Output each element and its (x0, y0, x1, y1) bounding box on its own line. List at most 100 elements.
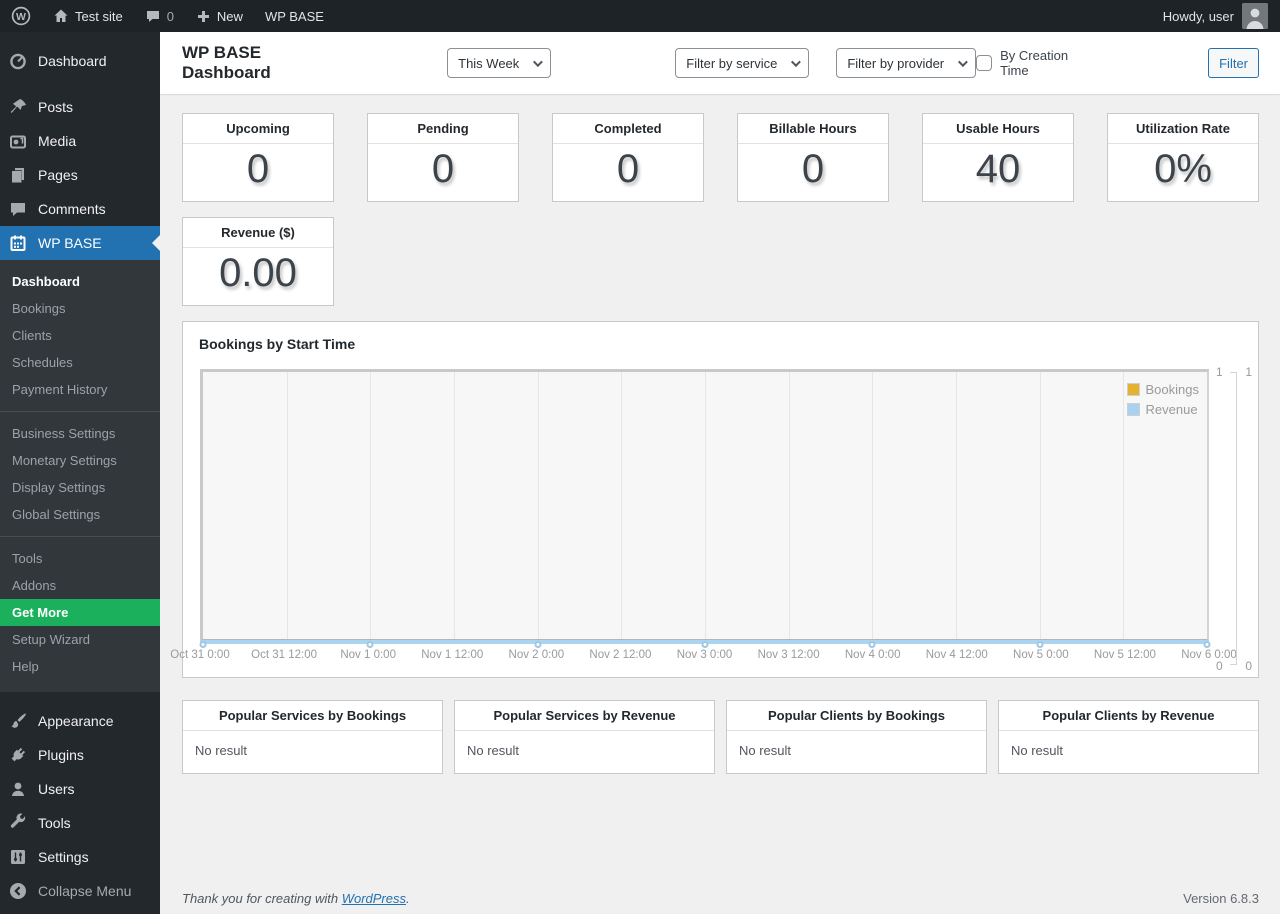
stat-label: Utilization Rate (1108, 114, 1258, 144)
right-y-axes: 1 1 0 0 (1209, 365, 1258, 673)
submenu-item-bookings[interactable]: Bookings (0, 295, 160, 322)
stat-card-billable-hours: Billable Hours 0 (737, 113, 889, 202)
collapse-menu-button[interactable]: Collapse Menu (0, 874, 160, 908)
wordpress-link[interactable]: WordPress (342, 891, 406, 906)
period-select[interactable]: This Week (447, 48, 552, 78)
submenu-item-global-settings[interactable]: Global Settings (0, 501, 160, 528)
submenu-item-dashboard[interactable]: Dashboard (0, 268, 160, 295)
sidebar-item-appearance[interactable]: Appearance (0, 704, 160, 738)
submenu-item-tools[interactable]: Tools (0, 545, 160, 572)
filter-button[interactable]: Filter (1208, 48, 1259, 78)
service-filter-select[interactable]: Filter by service (675, 48, 810, 78)
wp-base-bar-menu[interactable]: WP BASE (254, 0, 335, 32)
site-name-menu[interactable]: Test site (42, 0, 134, 32)
submenu-item-setup-wizard[interactable]: Setup Wizard (0, 626, 160, 653)
pages-icon (8, 165, 28, 185)
gridline (454, 372, 455, 639)
data-point-marker (701, 641, 709, 648)
howdy-text[interactable]: Howdy, user (1163, 9, 1234, 24)
submenu-item-schedules[interactable]: Schedules (0, 349, 160, 376)
popular-services-by-revenue-panel: Popular Services by Revenue No result (454, 700, 715, 774)
wordpress-logo-menu[interactable]: W (0, 0, 42, 32)
y-axis-tick (1230, 664, 1236, 665)
x-tick-label: Nov 1 0:00 (340, 649, 396, 661)
chevron-down-icon (958, 56, 969, 67)
plug-icon (8, 745, 28, 765)
sidebar-item-tools[interactable]: Tools (0, 806, 160, 840)
sidebar-item-label: Plugins (38, 747, 84, 763)
data-point-marker (199, 641, 207, 648)
svg-text:W: W (16, 11, 26, 23)
plus-icon (196, 9, 211, 24)
legend-label: Revenue (1145, 402, 1198, 417)
stat-value: 0 (246, 147, 270, 191)
submenu-item-payment-history[interactable]: Payment History (0, 376, 160, 403)
stat-value: 0 (431, 147, 455, 191)
popular-clients-by-revenue-panel: Popular Clients by Revenue No result (998, 700, 1259, 774)
sidebar-item-posts[interactable]: Posts (0, 90, 160, 124)
x-tick-label: Nov 1 12:00 (421, 649, 484, 661)
wrench-icon (8, 813, 28, 833)
submenu-item-addons[interactable]: Addons (0, 572, 160, 599)
stat-value: 0.00 (219, 251, 297, 295)
menu-separator (0, 692, 160, 704)
media-icon (8, 131, 28, 151)
sidebar-item-dashboard[interactable]: Dashboard (0, 44, 160, 78)
sidebar-item-media[interactable]: Media (0, 124, 160, 158)
footer-thanks-suffix: . (406, 891, 410, 906)
submenu-item-business-settings[interactable]: Business Settings (0, 420, 160, 447)
stat-card-upcoming: Upcoming 0 (182, 113, 334, 202)
submenu-item-display-settings[interactable]: Display Settings (0, 474, 160, 501)
wp-base-bar-label: WP BASE (264, 8, 324, 24)
panel-body: No result (739, 743, 792, 758)
by-creation-time-label: By Creation Time (1000, 48, 1069, 78)
sidebar-item-wp-base[interactable]: WP BASE (0, 226, 160, 260)
gridline (621, 372, 623, 639)
gridline (1123, 372, 1125, 639)
sidebar-item-comments[interactable]: Comments (0, 192, 160, 226)
sidebar-item-plugins[interactable]: Plugins (0, 738, 160, 772)
service-select-value: Filter by service (686, 55, 778, 71)
sidebar-item-label: Dashboard (38, 53, 107, 69)
period-select-value: This Week (458, 55, 520, 71)
x-tick-label: Oct 31 12:00 (251, 649, 318, 661)
sidebar-item-settings[interactable]: Settings (0, 840, 160, 874)
data-point-marker (366, 641, 374, 648)
page-title: WP BASE Dashboard (182, 43, 271, 82)
sidebar-item-label: Comments (38, 201, 106, 217)
new-menu[interactable]: New (185, 0, 254, 32)
new-label: New (216, 8, 243, 24)
submenu-divider (0, 536, 160, 537)
footer-thanks-prefix: Thank you for creating with (182, 891, 342, 906)
admin-bar: W Test site 0 New WP BASE Howdy, user (0, 0, 1280, 32)
provider-filter-select[interactable]: Filter by provider (836, 48, 977, 78)
sidebar-item-label: Collapse Menu (38, 883, 132, 899)
x-tick-label: Nov 5 12:00 (1093, 649, 1156, 661)
avatar[interactable] (1242, 3, 1268, 29)
x-tick-label: Nov 3 12:00 (757, 649, 820, 661)
stat-card-usable-hours: Usable Hours 40 (922, 113, 1074, 202)
submenu-item-monetary-settings[interactable]: Monetary Settings (0, 447, 160, 474)
comments-count: 0 (166, 8, 174, 24)
submenu-item-help[interactable]: Help (0, 653, 160, 680)
sidebar-item-users[interactable]: Users (0, 772, 160, 806)
stat-label: Upcoming (183, 114, 333, 144)
submenu-item-get-more[interactable]: Get More (0, 599, 160, 626)
user-icon (8, 779, 28, 799)
calendar-icon (8, 233, 28, 253)
x-tick-label: Nov 2 0:00 (508, 649, 565, 661)
version-text: Version 6.8.3 (1183, 891, 1259, 906)
stat-card-pending: Pending 0 (367, 113, 519, 202)
submenu-item-clients[interactable]: Clients (0, 322, 160, 349)
by-creation-time-checkbox[interactable] (976, 55, 993, 71)
site-name: Test site (75, 8, 123, 24)
comments-menu[interactable]: 0 (134, 0, 185, 32)
wordpress-logo-icon: W (11, 6, 31, 26)
dashboard-gauge-icon (8, 51, 28, 71)
sidebar-item-pages[interactable]: Pages (0, 158, 160, 192)
data-point-marker (868, 641, 876, 648)
data-point-marker (534, 641, 542, 648)
comment-bubble-icon (145, 8, 161, 24)
sidebar-item-label: Settings (38, 849, 89, 865)
sidebar-item-label: Tools (38, 815, 71, 831)
